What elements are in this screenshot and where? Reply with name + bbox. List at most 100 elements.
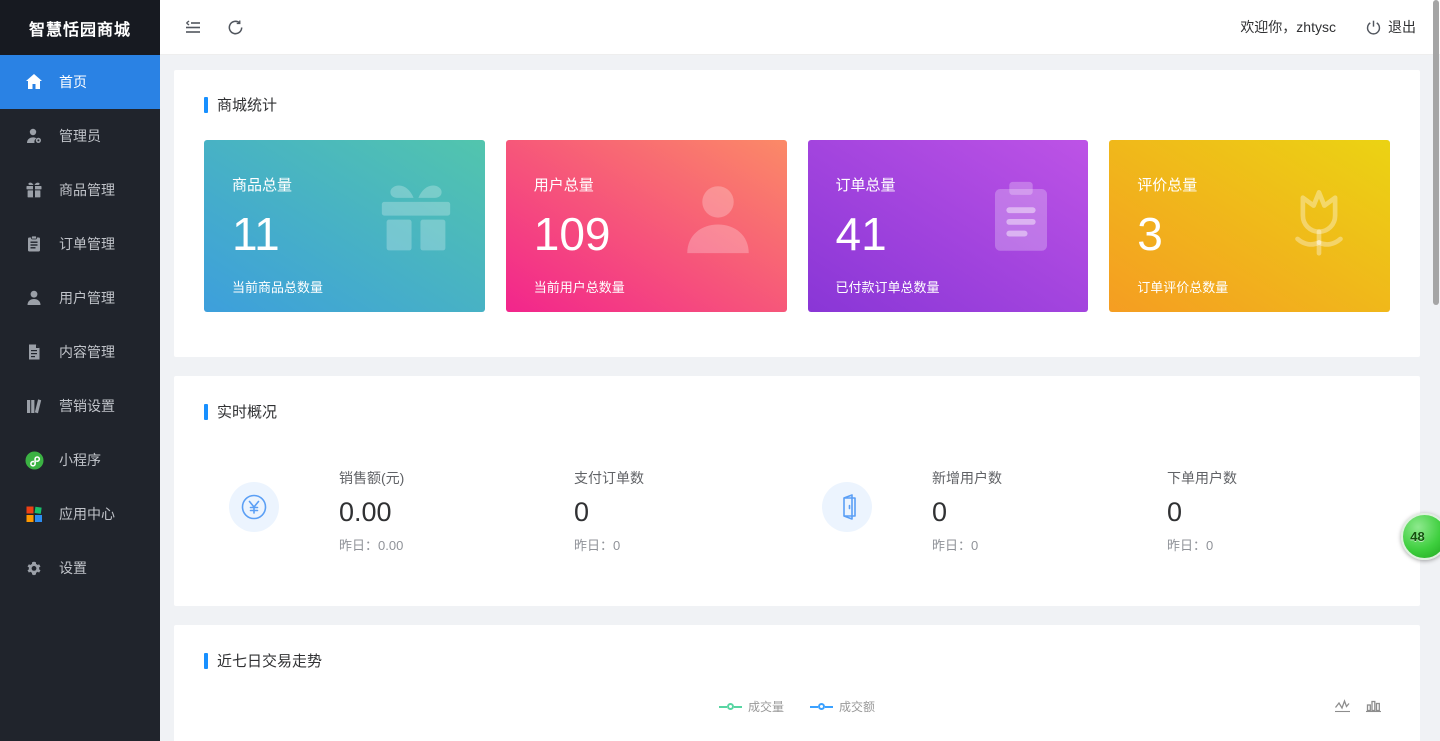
door-icon [822, 482, 872, 532]
trend-chart-panel: 近七日交易走势 成交量 成交额 [174, 625, 1420, 741]
sidebar-item-goods[interactable]: 商品管理 [0, 163, 160, 217]
sidebar-item-home[interactable]: 首页 [0, 55, 160, 109]
main-area: 欢迎你，zhtysc 退出 商城统计 商品总量 [160, 0, 1440, 741]
stats-panel: 商城统计 商品总量 11 当前商品总数量 用户总量 109 当前用户 [174, 70, 1420, 357]
yuan-icon [229, 482, 279, 532]
app-logo: 智慧恬园商城 [0, 0, 160, 55]
overview-row: 销售额(元) 0.00 昨日：0.00 支付订单数 0 昨日：0 [204, 468, 1390, 554]
person-icon [677, 178, 759, 265]
section-title-text: 商城统计 [217, 94, 277, 115]
sidebar-item-label: 首页 [59, 72, 87, 92]
power-icon [1364, 18, 1382, 36]
stat-card-desc: 当前商品总数量 [232, 277, 485, 296]
overview-stat-sales: 销售额(元) 0.00 昨日：0.00 [339, 468, 514, 554]
legend-label: 成交额 [839, 698, 875, 715]
stat-value: 0 [1167, 497, 1342, 528]
legend-item-volume[interactable]: 成交量 [719, 698, 784, 715]
overview-stat-paid-orders: 支付订单数 0 昨日：0 [574, 468, 749, 554]
sidebar-item-label: 用户管理 [59, 288, 115, 308]
chart-toolbox [1334, 698, 1382, 720]
sidebar-item-label: 营销设置 [59, 396, 115, 416]
legend-marker [719, 703, 742, 710]
customer-service-badge[interactable]: 48 [1401, 513, 1440, 560]
badge-count: 48 [1410, 529, 1424, 544]
chart-header: 成交量 成交额 [204, 698, 1390, 720]
clipboard-icon [24, 234, 44, 254]
stat-card-users[interactable]: 用户总量 109 当前用户总数量 [506, 140, 787, 312]
legend-label: 成交量 [748, 698, 784, 715]
overview-group-sales: 销售额(元) 0.00 昨日：0.00 支付订单数 0 昨日：0 [204, 468, 797, 554]
sidebar-item-label: 小程序 [59, 450, 101, 470]
sidebar-item-users[interactable]: 用户管理 [0, 271, 160, 325]
stat-value: 0 [932, 497, 1107, 528]
title-accent-bar [204, 653, 208, 669]
sidebar-item-appcenter[interactable]: 应用中心 [0, 487, 160, 541]
logout-button[interactable]: 退出 [1364, 17, 1416, 37]
legend-item-amount[interactable]: 成交额 [810, 698, 875, 715]
stat-yesterday: 昨日：0 [574, 535, 749, 554]
sidebar-item-settings[interactable]: 设置 [0, 541, 160, 595]
stat-value: 0 [574, 497, 749, 528]
stat-label: 新增用户数 [932, 468, 1107, 488]
sidebar-menu: 首页 管理员 商品管理 订单管理 [0, 55, 160, 741]
overview-section-title: 实时概况 [204, 401, 1390, 422]
user-icon [24, 288, 44, 308]
line-chart-toggle-icon[interactable] [1334, 698, 1351, 720]
stat-label: 支付订单数 [574, 468, 749, 488]
stat-card-orders[interactable]: 订单总量 41 已付款订单总数量 [808, 140, 1089, 312]
sidebar-item-orders[interactable]: 订单管理 [0, 217, 160, 271]
vertical-scrollbar[interactable] [1433, 0, 1439, 305]
collapse-sidebar-icon[interactable] [182, 16, 204, 38]
sidebar-item-miniprogram[interactable]: 小程序 [0, 433, 160, 487]
app-grid-icon [24, 504, 44, 524]
welcome-text: 欢迎你，zhtysc [1240, 17, 1336, 37]
stat-cards-row: 商品总量 11 当前商品总数量 用户总量 109 当前用户总数量 [204, 140, 1390, 312]
legend-marker [810, 703, 833, 710]
title-accent-bar [204, 404, 208, 420]
stats-section-title: 商城统计 [204, 94, 1390, 115]
sidebar-item-admin[interactable]: 管理员 [0, 109, 160, 163]
stat-card-reviews[interactable]: 评价总量 3 订单评价总数量 [1109, 140, 1390, 312]
sidebar-item-marketing[interactable]: 营销设置 [0, 379, 160, 433]
section-title-text: 近七日交易走势 [217, 650, 322, 671]
stat-yesterday: 昨日：0 [1167, 535, 1342, 554]
home-icon [24, 72, 44, 92]
sidebar-item-content[interactable]: 内容管理 [0, 325, 160, 379]
sidebar-item-label: 订单管理 [59, 234, 115, 254]
sidebar-item-label: 设置 [59, 558, 87, 578]
app-root: 智慧恬园商城 首页 管理员 商品管理 [0, 0, 1440, 741]
chart-section-title: 近七日交易走势 [204, 650, 1390, 671]
logout-label: 退出 [1388, 17, 1416, 37]
overview-stat-ordering-users: 下单用户数 0 昨日：0 [1167, 468, 1342, 554]
sidebar-item-label: 应用中心 [59, 504, 115, 524]
gift-icon [24, 180, 44, 200]
sidebar: 智慧恬园商城 首页 管理员 商品管理 [0, 0, 160, 741]
sidebar-item-label: 管理员 [59, 126, 101, 146]
sidebar-item-label: 商品管理 [59, 180, 115, 200]
title-accent-bar [204, 97, 208, 113]
overview-panel: 实时概况 销售额(元) 0.00 昨日：0.00 支付订单数 [174, 376, 1420, 606]
stat-card-desc: 已付款订单总数量 [836, 277, 1089, 296]
flower-icon [1276, 178, 1362, 269]
stat-card-goods[interactable]: 商品总量 11 当前商品总数量 [204, 140, 485, 312]
admin-icon [24, 126, 44, 146]
chart-legend: 成交量 成交额 [204, 698, 1390, 715]
stat-yesterday: 昨日：0.00 [339, 535, 514, 554]
stat-card-desc: 订单评价总数量 [1137, 277, 1390, 296]
clipboard-icon [982, 178, 1060, 261]
bar-chart-toggle-icon[interactable] [1365, 698, 1382, 720]
miniprogram-icon [24, 450, 44, 470]
content: 商城统计 商品总量 11 当前商品总数量 用户总量 109 当前用户 [160, 55, 1440, 741]
refresh-icon[interactable] [224, 16, 246, 38]
gear-icon [24, 558, 44, 578]
stat-label: 销售额(元) [339, 468, 514, 488]
document-icon [24, 342, 44, 362]
stat-card-desc: 当前用户总数量 [534, 277, 787, 296]
section-title-text: 实时概况 [217, 401, 277, 422]
overview-group-users: 新增用户数 0 昨日：0 下单用户数 0 昨日：0 [797, 468, 1390, 554]
gift-icon [375, 178, 457, 265]
stat-value: 0.00 [339, 497, 514, 528]
sidebar-item-label: 内容管理 [59, 342, 115, 362]
stat-label: 下单用户数 [1167, 468, 1342, 488]
topbar: 欢迎你，zhtysc 退出 [160, 0, 1440, 55]
